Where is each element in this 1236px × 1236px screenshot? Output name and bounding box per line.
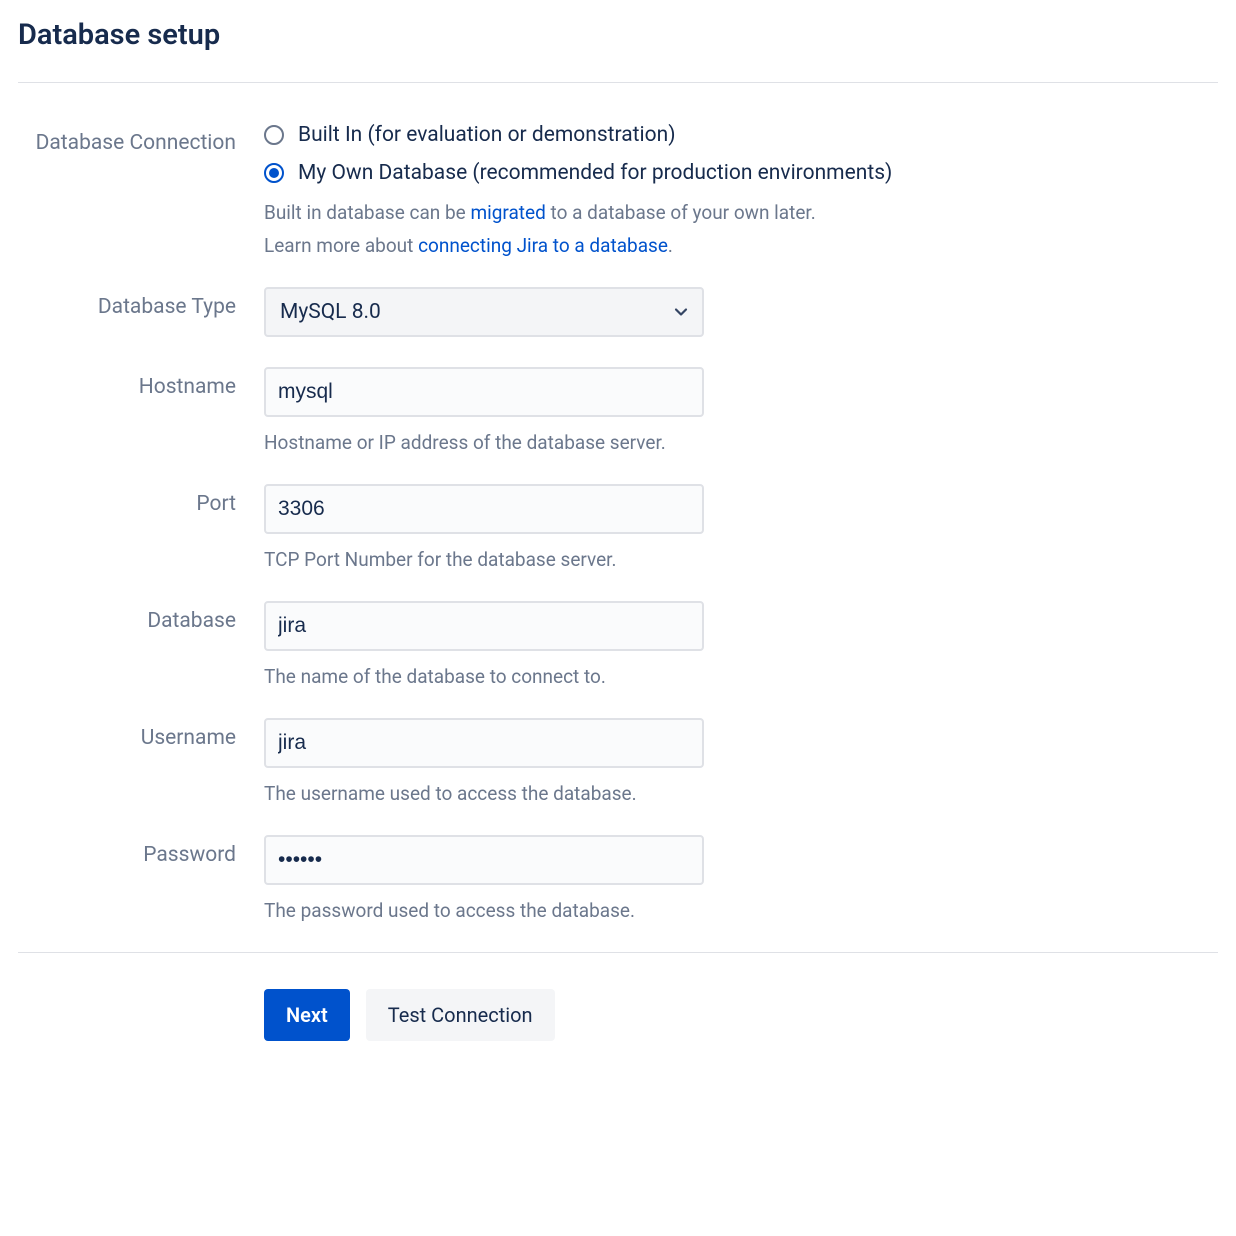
hostname-help: Hostname or IP address of the database s… [264,431,1218,454]
row-port: Port TCP Port Number for the database se… [18,484,1218,571]
select-database-type[interactable]: MySQL 8.0 [264,287,704,337]
label-port: Port [18,484,264,518]
label-database-connection: Database Connection [18,123,264,157]
chevron-down-icon [674,305,688,319]
row-database-type: Database Type MySQL 8.0 [18,287,1218,337]
port-input[interactable] [264,484,704,534]
page-title: Database setup [18,18,1218,52]
header-divider [18,82,1218,83]
radio-icon-checked [264,163,284,183]
password-help: The password used to access the database… [264,899,1218,922]
database-help: The name of the database to connect to. [264,665,1218,688]
button-row: Next Test Connection [264,989,1218,1041]
label-username: Username [18,718,264,752]
radio-my-own-database[interactable]: My Own Database (recommended for product… [264,161,1218,185]
radio-label-built-in: Built In (for evaluation or demonstratio… [298,123,676,147]
connection-help-2: Learn more about connecting Jira to a da… [264,234,1218,257]
radio-icon-unchecked [264,125,284,145]
next-button[interactable]: Next [264,989,350,1041]
hostname-input[interactable] [264,367,704,417]
row-password: Password The password used to access the… [18,835,1218,922]
link-migrated[interactable]: migrated [470,201,545,224]
database-input[interactable] [264,601,704,651]
radio-built-in[interactable]: Built In (for evaluation or demonstratio… [264,123,1218,147]
row-hostname: Hostname Hostname or IP address of the d… [18,367,1218,454]
label-hostname: Hostname [18,367,264,401]
test-connection-button[interactable]: Test Connection [366,989,555,1041]
label-database: Database [18,601,264,635]
password-input[interactable] [264,835,704,885]
radio-label-own: My Own Database (recommended for product… [298,161,892,185]
select-database-type-value: MySQL 8.0 [280,300,381,324]
link-connecting-jira[interactable]: connecting Jira to a database [418,234,668,257]
label-database-type: Database Type [18,287,264,321]
port-help: TCP Port Number for the database server. [264,548,1218,571]
row-database-connection: Database Connection Built In (for evalua… [18,123,1218,257]
row-database: Database The name of the database to con… [18,601,1218,688]
username-input[interactable] [264,718,704,768]
connection-help-1: Built in database can be migrated to a d… [264,201,1218,224]
row-username: Username The username used to access the… [18,718,1218,805]
username-help: The username used to access the database… [264,782,1218,805]
footer-divider [18,952,1218,953]
label-password: Password [18,835,264,869]
